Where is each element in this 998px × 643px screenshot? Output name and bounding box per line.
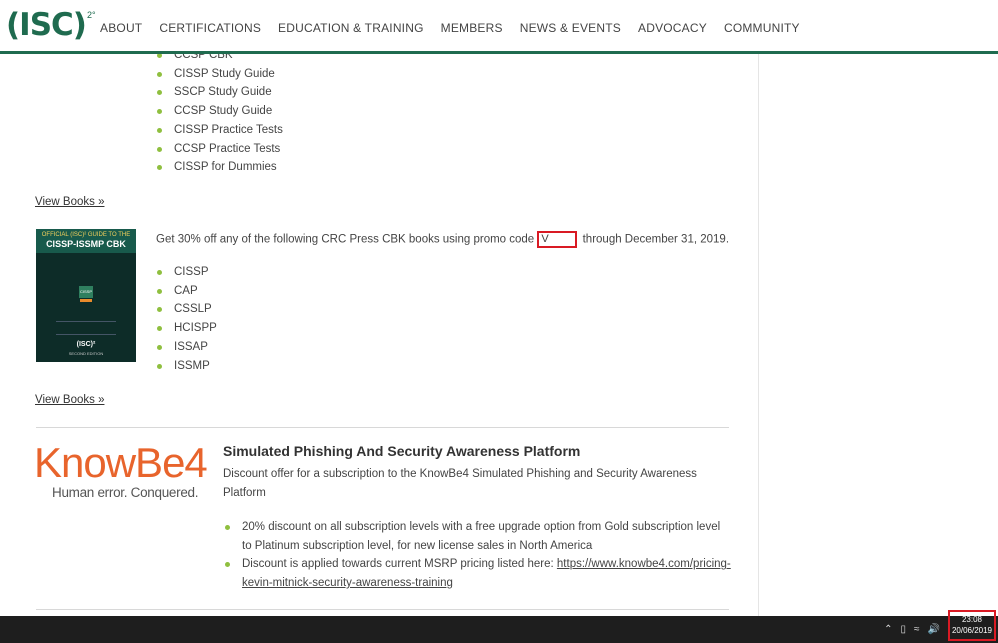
view-books-link[interactable]: View Books » <box>35 394 104 406</box>
wifi-icon[interactable]: ≈ <box>914 624 920 635</box>
nav-advocacy[interactable]: ADVOCACY <box>638 21 707 35</box>
list-item: ISSAP <box>156 338 217 357</box>
knowbe4-logo-text: KnowBe4 <box>34 439 208 486</box>
crc-book-cover-image: OFFICIAL (ISC)² GUIDE TO THE CISSP-ISSMP… <box>36 229 136 362</box>
list-item: CISSP Practice Tests <box>156 121 283 140</box>
logo-superscript: 2° <box>86 10 96 20</box>
book-text-lines <box>56 321 116 335</box>
view-books-link[interactable]: View Books » <box>35 196 104 208</box>
list-item: ISSMP <box>156 357 217 376</box>
wiley-books-list: CCSP CBK CISSP Study Guide SSCP Study Gu… <box>156 54 283 177</box>
promo-text-after: through December 31, 2019. <box>582 233 730 246</box>
crc-books-list: CISSP CAP CSSLP HCISPP ISSAP ISSMP <box>156 263 217 375</box>
nav-education-training[interactable]: EDUCATION & TRAINING <box>278 21 424 35</box>
nav-community[interactable]: COMMUNITY <box>724 21 800 35</box>
list-item: HCISPP <box>156 319 217 338</box>
knowbe4-tagline: Human error. Conquered. <box>52 485 199 500</box>
list-item: CISSP Study Guide <box>156 65 283 84</box>
volume-icon[interactable]: 🔊 <box>928 624 940 635</box>
book-badge: CISSP <box>79 286 93 298</box>
promo-text-before: Get 30% off any of the following CRC Pre… <box>156 233 535 246</box>
book-edition: SECOND EDITION <box>68 351 104 356</box>
nav-certifications[interactable]: CERTIFICATIONS <box>159 21 261 35</box>
list-item: CCSP Practice Tests <box>156 140 283 159</box>
list-item: CCSP Study Guide <box>156 102 283 121</box>
battery-icon[interactable]: ▯ <box>901 624 907 635</box>
nav-news-events[interactable]: NEWS & EVENTS <box>520 21 621 35</box>
book-header: OFFICIAL (ISC)² GUIDE TO THE <box>36 229 136 238</box>
knowbe4-title: Simulated Phishing And Security Awarenes… <box>223 443 581 459</box>
list-item: CISSP <box>156 263 217 282</box>
section-divider <box>36 427 729 428</box>
isc2-logo[interactable]: (ISC) 2° <box>6 6 96 44</box>
main-nav: ABOUT CERTIFICATIONS EDUCATION & TRAININ… <box>100 21 817 35</box>
site-header: (ISC) 2° ABOUT CERTIFICATIONS EDUCATION … <box>0 0 998 54</box>
list-item: CAP <box>156 282 217 301</box>
book-title: CISSP-ISSMP CBK <box>36 238 136 253</box>
book-publisher: (ISC)² <box>76 341 96 348</box>
taskbar-clock[interactable]: 23:08 20/06/2019 <box>948 610 996 641</box>
list-item: CSSLP <box>156 300 217 319</box>
nav-about[interactable]: ABOUT <box>100 21 142 35</box>
main-content: CCSP CBK CISSP Study Guide SSCP Study Gu… <box>0 54 759 616</box>
windows-taskbar: ⌃ ▯ ≈ 🔊 23:08 20/06/2019 <box>0 610 998 643</box>
knowbe4-description: Discount offer for a subscription to the… <box>223 468 697 499</box>
clock-date: 20/06/2019 <box>951 626 993 635</box>
section-divider <box>36 609 729 610</box>
knowbe4-offer-list: 20% discount on all subscription levels … <box>224 518 732 593</box>
knowbe4-logo: KnowBe4 Human error. Conquered. <box>34 439 208 502</box>
pricing-text: Discount is applied towards current MSRP… <box>242 558 557 571</box>
list-item: Discount is applied towards current MSRP… <box>224 555 732 592</box>
logo-text: (ISC) <box>6 7 87 43</box>
nav-members[interactable]: MEMBERS <box>441 21 503 35</box>
list-item: CCSP CBK <box>156 54 283 65</box>
system-tray: ⌃ ▯ ≈ 🔊 <box>884 624 940 635</box>
list-item: SSCP Study Guide <box>156 83 283 102</box>
list-item: CISSP for Dummies <box>156 158 283 177</box>
book-orange-bar <box>80 299 92 302</box>
chevron-up-icon[interactable]: ⌃ <box>884 624 892 635</box>
clock-time: 23:08 <box>961 615 983 624</box>
promo-code-highlight: V <box>537 231 578 248</box>
crc-promo-text: Get 30% off any of the following CRC Pre… <box>156 231 729 248</box>
list-item: 20% discount on all subscription levels … <box>224 518 732 555</box>
